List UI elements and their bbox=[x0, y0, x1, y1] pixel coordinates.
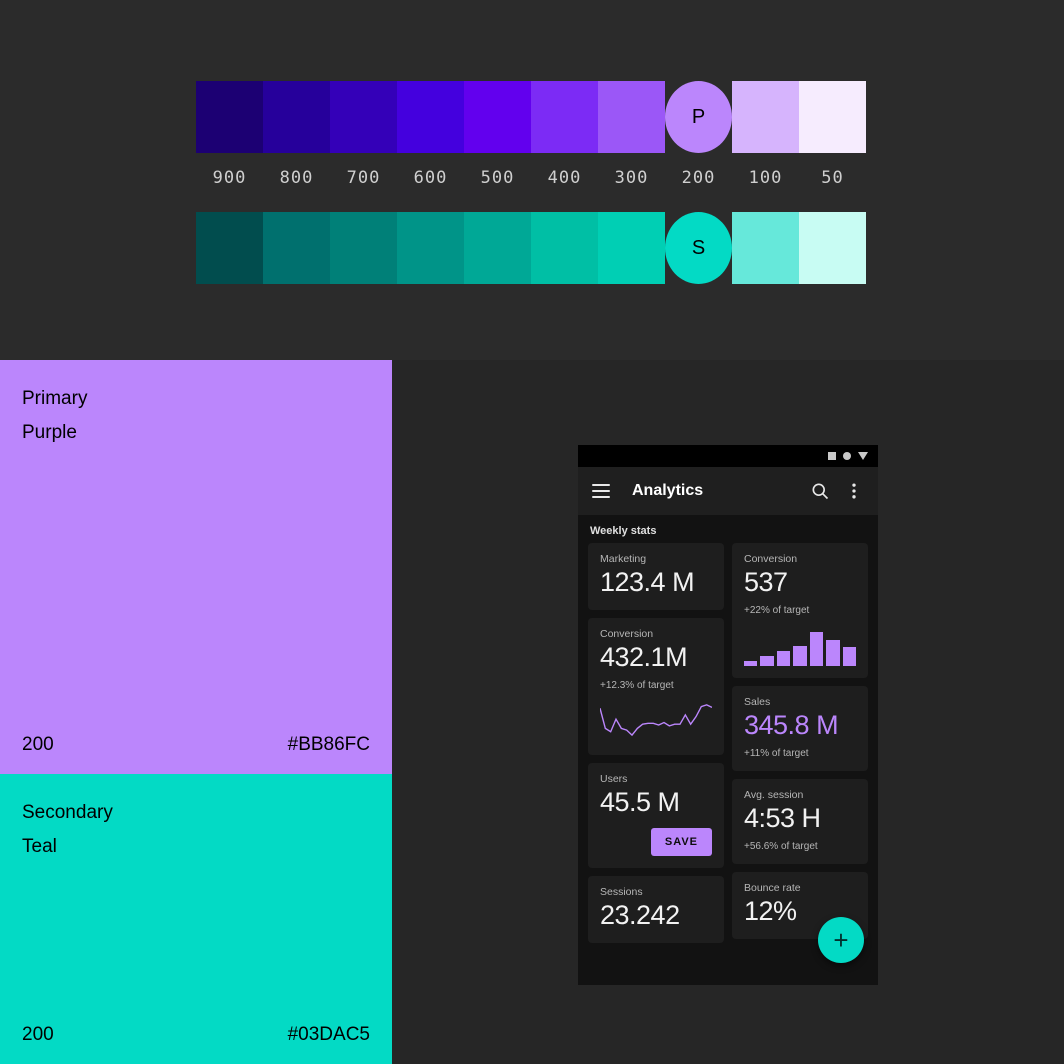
primary-color-name: Purple bbox=[22, 422, 77, 443]
card-sessions-label: Sessions bbox=[600, 886, 643, 898]
card-sales-sub: +11% of target bbox=[744, 748, 809, 759]
card-avg-session[interactable]: Avg. session 4:53 H +56.6% of target bbox=[732, 779, 868, 864]
circle-icon bbox=[843, 452, 851, 460]
secondary-color-panel: Secondary Teal 200 #03DAC5 bbox=[0, 774, 392, 1064]
add-fab-button[interactable]: + bbox=[818, 917, 864, 963]
purple-swatch-100[interactable] bbox=[732, 81, 799, 153]
primary-color-panel: Primary Purple 200 #BB86FC bbox=[0, 360, 392, 774]
palette-tick-800: 800 bbox=[279, 168, 314, 188]
teal-swatch-50[interactable] bbox=[799, 212, 866, 284]
card-conversion-left-sub: +12.3% of target bbox=[600, 680, 674, 691]
teal-swatch-800[interactable] bbox=[263, 212, 330, 284]
card-avg-session-label: Avg. session bbox=[744, 789, 804, 801]
card-conversion-right-sub: +22% of target bbox=[744, 605, 810, 616]
teal-swatch-row: S bbox=[196, 212, 866, 284]
palette-tick-700: 700 bbox=[346, 168, 381, 188]
bar-5 bbox=[809, 632, 824, 666]
card-sales-label: Sales bbox=[744, 696, 771, 708]
secondary-role-label: Secondary bbox=[22, 802, 113, 823]
palette-tick-500: 500 bbox=[480, 168, 515, 188]
teal-swatch-500[interactable] bbox=[464, 212, 531, 284]
purple-swatch-50[interactable] bbox=[799, 81, 866, 153]
stats-column-left: Marketing 123.4 M Conversion 432.1M +12.… bbox=[588, 543, 724, 943]
purple-swatch-700[interactable] bbox=[330, 81, 397, 153]
teal-swatch-600[interactable] bbox=[397, 212, 464, 284]
status-bar bbox=[578, 445, 878, 467]
more-vertical-icon[interactable] bbox=[844, 481, 864, 501]
card-avg-session-sub: +56.6% of target bbox=[744, 841, 818, 852]
conversion-bar-chart bbox=[744, 624, 856, 666]
palette-tick-600: 600 bbox=[413, 168, 448, 188]
bar-6 bbox=[826, 639, 840, 666]
teal-swatch-900[interactable] bbox=[196, 212, 263, 284]
palette-zone: P 900 800 700 600 500 400 300 200 100 50 S bbox=[0, 0, 1064, 360]
card-conversion-left-label: Conversion bbox=[600, 628, 654, 640]
teal-swatch-200[interactable]: S bbox=[665, 212, 732, 284]
phone-mockup: Analytics Weekly stats Marketing 123.4 M… bbox=[578, 445, 878, 985]
palette-tick-900: 900 bbox=[212, 168, 247, 188]
page-title: Analytics bbox=[632, 482, 704, 499]
bar-1 bbox=[744, 660, 758, 666]
secondary-panel-footer: 200 #03DAC5 bbox=[22, 1024, 370, 1046]
card-marketing-label: Marketing bbox=[600, 553, 647, 565]
palette-tick-400: 400 bbox=[547, 168, 582, 188]
card-conversion-left[interactable]: Conversion 432.1M +12.3% of target bbox=[588, 618, 724, 755]
card-marketing[interactable]: Marketing 123.4 M bbox=[588, 543, 724, 610]
palette-tick-300: 300 bbox=[614, 168, 649, 188]
palette-tick-200: 200 bbox=[681, 168, 716, 188]
search-icon[interactable] bbox=[810, 481, 830, 501]
secondary-hex-label: #03DAC5 bbox=[287, 1024, 370, 1045]
card-marketing-value: 123.4 M bbox=[600, 567, 695, 597]
palette-tick-100: 100 bbox=[748, 168, 783, 188]
card-conversion-right-value: 537 bbox=[744, 567, 788, 597]
square-icon bbox=[828, 452, 836, 460]
purple-swatch-500[interactable] bbox=[464, 81, 531, 153]
bar-3 bbox=[776, 650, 791, 666]
card-conversion-left-value: 432.1M bbox=[600, 642, 688, 672]
bar-4 bbox=[793, 645, 807, 666]
palette-tick-50: 50 bbox=[821, 168, 844, 188]
hamburger-menu-icon[interactable] bbox=[592, 484, 610, 498]
card-users-value: 45.5 M bbox=[600, 787, 680, 817]
save-button-wrap: SAVE bbox=[600, 818, 712, 856]
app-bar: Analytics bbox=[578, 467, 878, 515]
card-avg-session-value: 4:53 H bbox=[744, 803, 821, 833]
purple-swatch-900[interactable] bbox=[196, 81, 263, 153]
primary-panel-footer: 200 #BB86FC bbox=[22, 734, 370, 756]
primary-hex-label: #BB86FC bbox=[287, 734, 370, 755]
card-sessions-value: 23.242 bbox=[600, 900, 680, 930]
secondary-tone-label: 200 bbox=[22, 1024, 54, 1045]
purple-swatch-row: P bbox=[196, 81, 866, 153]
palette-tick-row: 900 800 700 600 500 400 300 200 100 50 bbox=[196, 168, 866, 188]
triangle-down-icon bbox=[858, 452, 868, 460]
save-button[interactable]: SAVE bbox=[650, 828, 712, 856]
card-conversion-right[interactable]: Conversion 537 +22% of target bbox=[732, 543, 868, 678]
teal-swatch-300[interactable] bbox=[598, 212, 665, 284]
card-users-label: Users bbox=[600, 773, 628, 785]
purple-swatch-800[interactable] bbox=[263, 81, 330, 153]
teal-swatch-400[interactable] bbox=[531, 212, 598, 284]
card-sales[interactable]: Sales 345.8 M +11% of target bbox=[732, 686, 868, 771]
teal-swatch-700[interactable] bbox=[330, 212, 397, 284]
stats-grid: Marketing 123.4 M Conversion 432.1M +12.… bbox=[578, 543, 878, 943]
card-bounce-rate-label: Bounce rate bbox=[744, 882, 801, 894]
teal-swatch-100[interactable] bbox=[732, 212, 799, 284]
card-sessions[interactable]: Sessions 23.242 bbox=[588, 876, 724, 943]
bar-2 bbox=[760, 655, 774, 666]
section-title: Weekly stats bbox=[590, 525, 657, 537]
card-sales-value: 345.8 M bbox=[744, 710, 839, 740]
primary-tone-label: 200 bbox=[22, 734, 54, 755]
secondary-color-name: Teal bbox=[22, 836, 57, 857]
conversion-sparkline-chart bbox=[600, 697, 712, 743]
primary-role-label: Primary bbox=[22, 388, 88, 409]
purple-swatch-200[interactable]: P bbox=[665, 81, 732, 153]
bar-7 bbox=[842, 646, 856, 666]
card-users[interactable]: Users 45.5 M SAVE bbox=[588, 763, 724, 868]
purple-swatch-300[interactable] bbox=[598, 81, 665, 153]
purple-swatch-400[interactable] bbox=[531, 81, 598, 153]
card-conversion-right-label: Conversion bbox=[744, 553, 798, 565]
screenshot-root: P 900 800 700 600 500 400 300 200 100 50 S Primar… bbox=[0, 0, 1064, 1064]
purple-swatch-600[interactable] bbox=[397, 81, 464, 153]
stats-column-right: Conversion 537 +22% of target Sales 345.… bbox=[732, 543, 868, 943]
